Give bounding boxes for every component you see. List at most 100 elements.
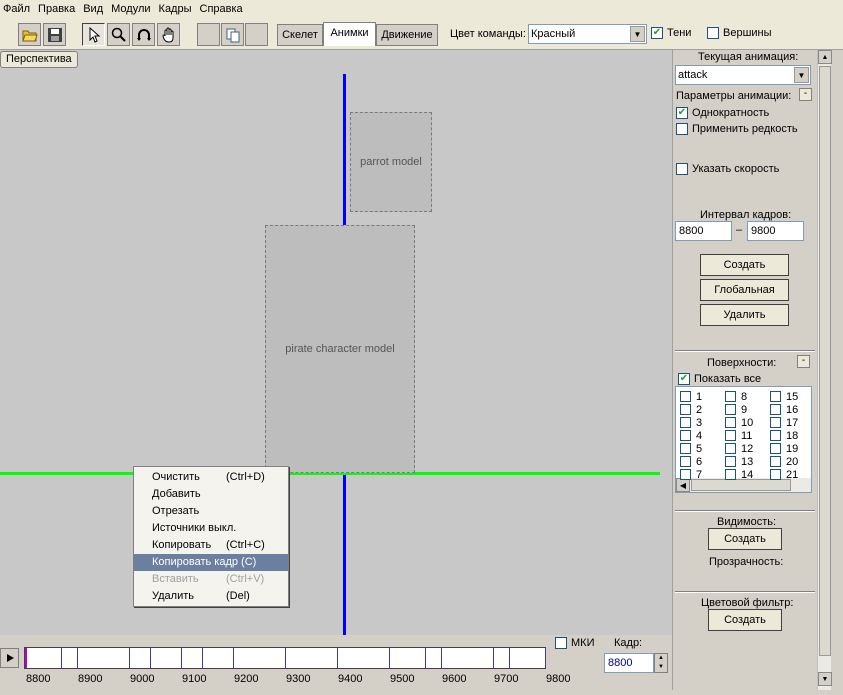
ctx-sources-off[interactable]: Источники выкл.	[134, 520, 288, 537]
ctx-label: Отрезать	[152, 505, 200, 517]
surface-checkbox[interactable]: 1	[680, 390, 702, 403]
surface-checkbox[interactable]: 15	[770, 390, 798, 403]
color-filter-create-button[interactable]: Создать	[708, 609, 782, 631]
surface-checkbox[interactable]: 19	[770, 442, 798, 455]
surface-checkbox[interactable]: 18	[770, 429, 798, 442]
show-all-checkbox[interactable]: ✔ Показать все	[678, 373, 761, 385]
surface-checkbox[interactable]: 5	[680, 442, 702, 455]
interval-to-input[interactable]: 9800	[747, 221, 804, 241]
ctx-label: Удалить	[152, 590, 194, 602]
surface-checkbox[interactable]: 3	[680, 416, 702, 429]
ctx-paste[interactable]: Вставить (Ctrl+V)	[134, 571, 288, 588]
timeline-tick-label: 9200	[234, 673, 259, 685]
surface-label: 5	[696, 442, 703, 455]
perspective-button[interactable]: Перспектива	[0, 51, 78, 68]
surface-checkbox[interactable]: 2	[680, 403, 702, 416]
ctx-label: Вставить	[152, 573, 199, 585]
scroll-up-icon[interactable]: ▲	[818, 50, 832, 64]
shadows-checkbox[interactable]: ✔ Тени	[651, 27, 691, 39]
timeline-tick-label: 8900	[78, 673, 103, 685]
copy-button[interactable]	[221, 23, 244, 46]
surfaces-list[interactable]: ◀ 1 2 3 4 5 6 7 8 9 10 11 12 13 14 15 16 17 18 19 20 21	[675, 386, 812, 493]
surface-label: 12	[741, 442, 754, 455]
blank-button[interactable]	[197, 23, 220, 46]
transparency-label: Прозрачность:	[709, 556, 784, 568]
empty-button[interactable]	[245, 23, 268, 46]
team-color-select[interactable]: Красный ▼	[528, 24, 647, 44]
surface-checkbox[interactable]: 8	[725, 390, 747, 403]
surface-checkbox[interactable]: 9	[725, 403, 747, 416]
ctx-clear[interactable]: Очистить (Ctrl+D)	[134, 469, 288, 486]
mki-checkbox[interactable]: МКИ	[555, 637, 594, 649]
save-button[interactable]	[43, 23, 66, 46]
surface-checkbox[interactable]: 10	[725, 416, 753, 429]
surface-checkbox[interactable]: 11	[725, 429, 752, 442]
menu-file[interactable]: Файл	[0, 0, 35, 18]
rarity-checkbox[interactable]: Применить редкость	[676, 123, 798, 135]
surface-label: 4	[696, 429, 703, 442]
timeline-tick	[337, 648, 338, 668]
checkbox-empty	[770, 469, 781, 480]
ctx-cut[interactable]: Отрезать	[134, 503, 288, 520]
surface-checkbox[interactable]: 4	[680, 429, 702, 442]
ctx-delete[interactable]: Удалить (Del)	[134, 588, 288, 605]
surface-checkbox[interactable]: 17	[770, 416, 798, 429]
menu-view[interactable]: Вид	[80, 0, 108, 18]
checkbox-empty	[676, 163, 688, 175]
surface-checkbox[interactable]: 14	[725, 468, 753, 481]
delete-button[interactable]: Удалить	[700, 304, 789, 326]
checkbox-empty	[680, 430, 691, 441]
ctx-copy-frame[interactable]: Копировать кадр (C)	[134, 554, 288, 571]
open-button[interactable]	[18, 23, 41, 46]
surface-label: 3	[696, 416, 703, 429]
surface-checkbox[interactable]: 12	[725, 442, 753, 455]
surface-checkbox[interactable]: 7	[680, 468, 702, 481]
surface-checkbox[interactable]: 13	[725, 455, 753, 468]
pan-tool-button[interactable]	[157, 23, 180, 46]
checkbox-empty	[725, 456, 736, 467]
spin-up-icon[interactable]: ▲	[655, 654, 667, 663]
select-tool-button[interactable]	[82, 23, 105, 46]
tab-animations[interactable]: Анимки	[323, 22, 376, 46]
menu-modules[interactable]: Модули	[108, 0, 155, 18]
current-anim-select[interactable]: attack ▼	[675, 65, 811, 85]
zoom-tool-button[interactable]	[107, 23, 130, 46]
global-button[interactable]: Глобальная	[700, 279, 789, 301]
surface-checkbox[interactable]: 20	[770, 455, 798, 468]
vertices-checkbox[interactable]: Вершины	[707, 27, 772, 39]
panel-scrollbar[interactable]: ▲ ▼	[817, 50, 832, 690]
ctx-copy[interactable]: Копировать (Ctrl+C)	[134, 537, 288, 554]
once-checkbox[interactable]: ✔ Однократность	[676, 107, 769, 119]
rotate-tool-button[interactable]	[132, 23, 155, 46]
play-button[interactable]	[0, 648, 19, 668]
surface-checkbox[interactable]: 16	[770, 403, 798, 416]
frame-input[interactable]: 8800	[604, 653, 654, 673]
viewport[interactable]: Перспектива parrot model pirate characte…	[0, 50, 672, 635]
surface-checkbox[interactable]: 6	[680, 455, 702, 468]
surfaces-collapse-button[interactable]: -	[797, 355, 810, 368]
spin-down-icon[interactable]: ▼	[655, 663, 667, 672]
menu-frames[interactable]: Кадры	[156, 0, 197, 18]
checkbox-empty	[680, 443, 691, 454]
create-button[interactable]: Создать	[700, 254, 789, 276]
scroll-thumb[interactable]	[819, 66, 831, 656]
tab-movement[interactable]: Движение	[376, 24, 438, 46]
ctx-add[interactable]: Добавить	[134, 486, 288, 503]
scroll-down-icon[interactable]: ▼	[818, 672, 832, 686]
collapse-button[interactable]: -	[799, 88, 812, 101]
visibility-create-button[interactable]: Создать	[708, 528, 782, 550]
interval-from-input[interactable]: 8800	[675, 221, 732, 241]
visibility-label: Видимость:	[717, 516, 777, 528]
surface-label: 10	[741, 416, 754, 429]
surface-label: 11	[741, 429, 753, 442]
checkbox-empty	[725, 443, 736, 454]
timeline-tick	[389, 648, 390, 668]
surface-checkbox[interactable]: 21	[770, 468, 798, 481]
timeline-track[interactable]	[24, 647, 546, 669]
menu-edit[interactable]: Правка	[35, 0, 80, 18]
frame-spinner[interactable]: ▲ ▼	[654, 653, 668, 673]
menu-help[interactable]: Справка	[197, 0, 248, 18]
tab-skeleton[interactable]: Скелет	[277, 24, 323, 46]
context-menu: Очистить (Ctrl+D) Добавить Отрезать Источ…	[133, 466, 289, 607]
speed-checkbox[interactable]: Указать скорость	[676, 163, 779, 175]
